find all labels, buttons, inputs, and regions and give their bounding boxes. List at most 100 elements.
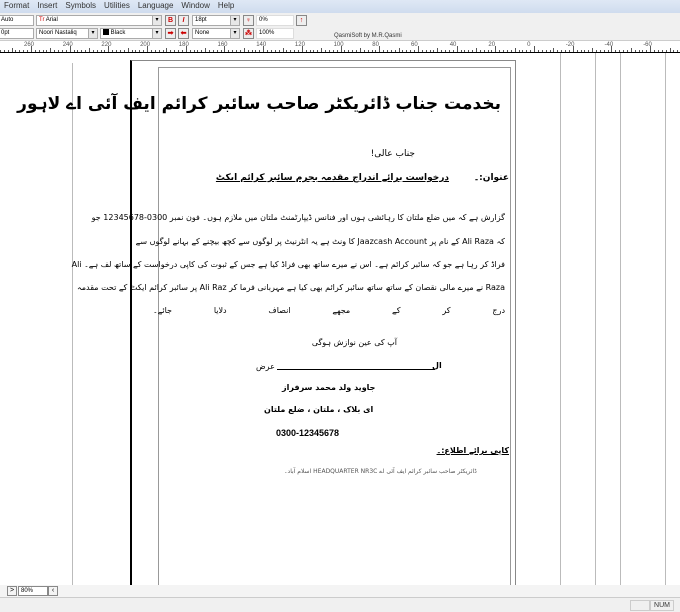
ruler-tick <box>201 50 202 52</box>
ruler-tick <box>650 46 651 52</box>
ruler-tick <box>329 50 330 52</box>
kerning-icon[interactable]: ♀ <box>243 15 254 26</box>
para-spacing-field[interactable]: 0pt <box>0 28 34 39</box>
ruler-tick <box>472 50 473 52</box>
ruler-tick <box>244 48 245 52</box>
scale-field[interactable]: 100% <box>256 28 294 39</box>
status-bar: NUM <box>0 597 680 612</box>
ruler-tick <box>321 48 322 52</box>
ruler-tick <box>546 50 547 52</box>
ruler-tick <box>642 50 643 52</box>
horizontal-scrollbar[interactable]: > 80% ‹ <box>0 585 680 597</box>
zoom-field[interactable]: 80% <box>18 586 48 596</box>
ruler-tick <box>252 50 253 52</box>
up-arrow-icon[interactable]: ↑ <box>296 15 307 26</box>
ruler-tick <box>283 48 284 52</box>
ruler-tick <box>348 50 349 52</box>
closing: آپ کی عین نوازش ہوگی <box>312 338 397 347</box>
ruler-tick <box>54 50 55 52</box>
ruler-tick <box>166 48 167 52</box>
ruler-tick <box>194 50 195 52</box>
ruler-tick <box>561 50 562 52</box>
menu-insert[interactable]: Insert <box>33 0 61 13</box>
ruler-tick <box>174 50 175 52</box>
align-right-icon[interactable]: ➡ <box>165 28 176 39</box>
ruler-tick <box>360 48 361 52</box>
menu-format[interactable]: Format <box>0 0 33 13</box>
sender-address: ای بلاک ، ملتان ، ضلع ملتان <box>264 405 373 414</box>
italic-button[interactable]: I <box>178 15 189 26</box>
ruler-tick <box>286 50 287 52</box>
ruler-tick <box>437 48 438 52</box>
ruler-tick <box>631 48 632 52</box>
scroll-right-button[interactable]: > <box>7 586 17 596</box>
align-left-icon[interactable]: ⬅ <box>178 28 189 39</box>
ruler-tick <box>217 50 218 52</box>
ruler-tick <box>422 50 423 52</box>
menu-help[interactable]: Help <box>214 0 238 13</box>
ruler-tick <box>608 50 609 52</box>
ruler-tick <box>441 50 442 52</box>
ruler-tick <box>15 50 16 52</box>
ruler-tick <box>375 50 376 52</box>
ruler-tick <box>8 50 9 52</box>
ruler-tick <box>298 50 299 52</box>
ruler-tick <box>224 46 225 52</box>
ruler-tick <box>372 50 373 52</box>
ruler-tick <box>333 50 334 52</box>
ruler-label: 160 <box>218 42 228 48</box>
ruler-tick <box>604 50 605 52</box>
bold-button[interactable]: B <box>165 15 176 26</box>
menu-symbols[interactable]: Symbols <box>61 0 100 13</box>
ruler-tick <box>600 50 601 52</box>
copy-label: کاپی برائے اطلاع:۔ <box>437 446 509 455</box>
ruler-tick <box>352 50 353 52</box>
ruler-tick <box>623 50 624 52</box>
menu-utilities[interactable]: Utilities <box>100 0 134 13</box>
ruler-tick <box>445 50 446 52</box>
ruler-tick <box>468 50 469 52</box>
ruler-tick <box>151 50 152 52</box>
ruler-tick <box>391 50 392 52</box>
ruler-tick <box>670 48 671 52</box>
ruler-tick <box>449 50 450 52</box>
ruler-tick <box>290 50 291 52</box>
color-select[interactable]: Black <box>100 28 162 39</box>
kerning-field[interactable]: 0% <box>256 15 294 26</box>
size-select[interactable]: 18pt <box>192 15 240 26</box>
ruler-tick <box>418 46 419 52</box>
document-page[interactable]: بخدمت جناب ڈائریکٹر صاحب سائبر کرائم ایف… <box>130 60 516 585</box>
ruler-tick <box>81 50 82 52</box>
scroll-left-button[interactable]: ‹ <box>48 586 58 596</box>
ruler-tick <box>410 50 411 52</box>
ruler-label: 60 <box>411 42 418 48</box>
ruler-tick <box>197 50 198 52</box>
font-select[interactable]: Tr Arial <box>36 15 162 26</box>
ruler-tick <box>12 48 13 52</box>
ruler-tick <box>31 46 32 52</box>
ruler-tick <box>488 50 489 52</box>
ruler-tick <box>124 50 125 52</box>
ruler-tick <box>50 48 51 52</box>
ruler-tick <box>515 48 516 52</box>
body-line: گزارش ہے کہ میں ضلع ملتان کا رہائشی ہوں … <box>153 213 505 222</box>
signature-line <box>277 369 435 370</box>
urdu-font-select[interactable]: Noori Nastaliq <box>36 28 98 39</box>
scale-icon[interactable]: ⁂ <box>243 28 254 39</box>
ruler-tick <box>163 50 164 52</box>
ruler-tick <box>491 50 492 52</box>
ruler-tick <box>275 50 276 52</box>
ruler-tick <box>85 50 86 52</box>
ruler-tick <box>23 50 24 52</box>
ruler-tick <box>190 50 191 52</box>
ruler-label: 80 <box>372 42 379 48</box>
salutation: جناب عالی! <box>371 149 415 159</box>
ruler-tick <box>673 50 674 52</box>
ruler-tick <box>27 50 28 52</box>
ruler[interactable]: 260240220200180160140120100806040200-20-… <box>0 41 680 53</box>
border-select[interactable]: None <box>192 28 240 39</box>
line-spacing-field[interactable]: Auto <box>0 15 34 26</box>
menu-language[interactable]: Language <box>134 0 178 13</box>
ruler-tick <box>306 50 307 52</box>
menu-window[interactable]: Window <box>177 0 213 13</box>
